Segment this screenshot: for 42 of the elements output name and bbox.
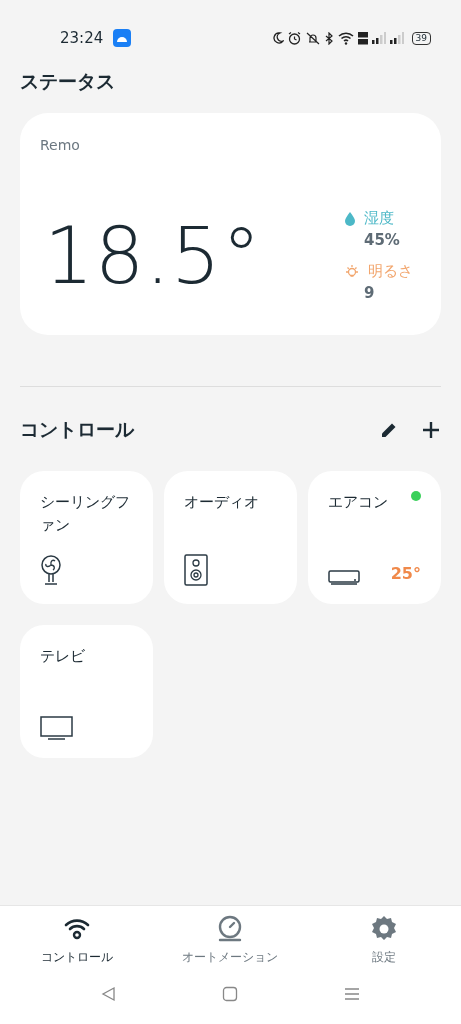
speaker-icon [184, 553, 208, 586]
plus-icon [422, 421, 440, 440]
pencil-icon [380, 421, 398, 440]
sensor-value: 45% [363, 230, 401, 252]
device-name: シーリングファン [40, 491, 131, 536]
bluetooth-icon [324, 31, 334, 45]
device-tile[interactable]: シーリングファン [20, 470, 153, 604]
volte-icon [357, 31, 368, 45]
muted-bell-icon [304, 31, 321, 45]
device-tile[interactable]: エアコン 25° [308, 470, 441, 604]
alarm-clock-icon [287, 31, 301, 45]
sensor-label: 湿度 [364, 207, 394, 229]
temperature-reading: 18.5° [44, 216, 262, 295]
device-tile[interactable]: テレビ [20, 624, 153, 758]
nav-tab[interactable]: 設定 [314, 914, 455, 966]
back-icon[interactable] [100, 986, 117, 1002]
sensor-label: 明るさ [368, 260, 413, 282]
recent-apps-icon[interactable] [344, 986, 361, 1002]
app-notification-icon [113, 29, 132, 47]
signal-icon [371, 32, 386, 44]
signal-icon [389, 32, 404, 44]
device-tile[interactable]: オーディオ [164, 470, 297, 604]
sensor-value: 9 [363, 283, 376, 305]
device-name: オーディオ [184, 491, 260, 513]
moon-icon [271, 32, 284, 44]
device-name: テレビ [40, 645, 86, 667]
section-heading: ステータス [20, 70, 116, 93]
battery-level: 39 [411, 31, 431, 45]
fan-icon [40, 553, 62, 586]
light-bulb-icon [344, 263, 360, 279]
nav-tab[interactable]: オートメーション [160, 914, 301, 966]
home-icon[interactable] [222, 986, 239, 1002]
device-name: エアコン [328, 491, 389, 513]
air-conditioner-icon [328, 569, 360, 586]
clock-text: 23:24 [60, 27, 104, 49]
device-name: Remo [40, 135, 81, 155]
television-icon [40, 715, 73, 740]
section-heading: コントロール [20, 418, 134, 442]
temperature-setting: 25° [390, 562, 421, 585]
wifi-icon [337, 31, 354, 45]
nav-tab[interactable]: コントロール [6, 914, 147, 966]
water-drop-icon [344, 210, 356, 226]
